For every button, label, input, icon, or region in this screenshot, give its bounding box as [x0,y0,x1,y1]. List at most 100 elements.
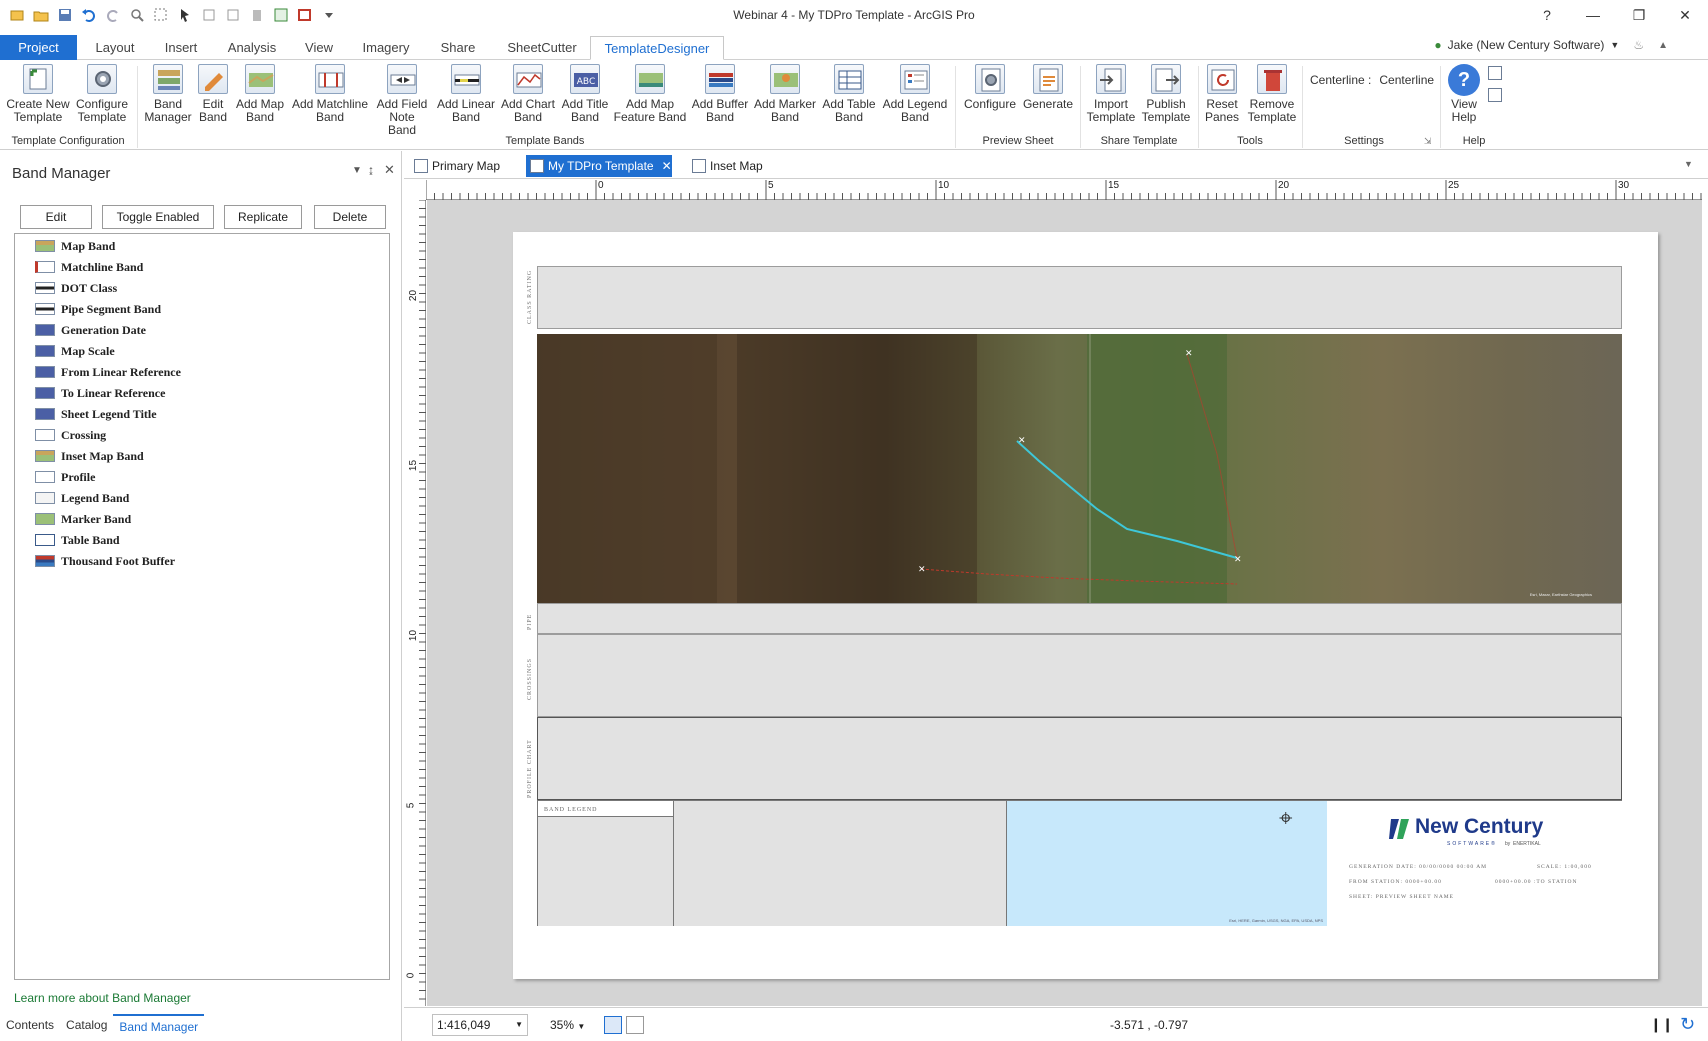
crossings-band[interactable] [537,634,1622,717]
add-linear-band-button[interactable]: Add Linear Band [434,64,498,124]
notification-bell-icon[interactable]: ♨ [1633,38,1644,52]
btn-label: Band [570,110,600,124]
list-item[interactable]: From Linear Reference [35,362,181,382]
map-band-frame[interactable]: ✕ ✕ ✕ ✕ Esri, Maxar, Earthstar Geographi… [537,334,1622,603]
add-map-feature-band-button[interactable]: Add Map Feature Band [612,64,688,124]
edit-band-button[interactable]: Edit Band [196,64,230,124]
list-item[interactable]: Table Band [35,530,120,550]
grid-icon[interactable] [626,1016,644,1034]
list-item[interactable]: Marker Band [35,509,131,529]
add-marker-band-button[interactable]: Add Marker Band [752,64,818,124]
centerline-setting[interactable]: Centerline : Centerline [1310,73,1434,87]
list-item[interactable]: Sheet Legend Title [35,404,157,424]
generate-button[interactable]: Generate [1020,64,1076,111]
profile-chart-band[interactable] [537,717,1622,800]
edit-button[interactable]: Edit [20,205,92,229]
tab-contents[interactable]: Contents [0,1014,60,1038]
add-legend-band-button[interactable]: Add Legend Band [880,64,950,124]
tab-templatedesigner[interactable]: TemplateDesigner [590,36,724,60]
layout-page[interactable]: CLASS RATING ✕ ✕ ✕ ✕ Esri, Maxar, Earths… [513,232,1658,979]
add-table-band-button[interactable]: Add Table Band [818,64,880,124]
list-item[interactable]: Map Band [35,236,115,256]
tab-imagery[interactable]: Imagery [352,36,420,60]
tab-project[interactable]: Project [0,35,77,60]
tab-insert[interactable]: Insert [152,36,210,60]
toggle-enabled-button[interactable]: Toggle Enabled [102,205,214,229]
tab-band-manager[interactable]: Band Manager [113,1014,205,1038]
create-new-template-button[interactable]: Create New Template [4,64,72,124]
chevron-down-icon: ▼ [1610,40,1620,50]
ribbon-separator [1440,66,1441,148]
tabs-menu-icon[interactable]: ▼ [1684,159,1693,169]
remove-template-button[interactable]: Remove Template [1244,64,1300,124]
linear-band-icon [35,303,55,315]
list-item[interactable]: Generation Date [35,320,146,340]
pin-icon[interactable]: ↨ [368,163,374,177]
inset-map-band[interactable]: ⌖ Esri, HERE, Garmin, USGS, NGA, EPA, US… [1007,801,1327,926]
replicate-button[interactable]: Replicate [224,205,302,229]
btn-label: Band [705,110,735,124]
collapse-ribbon-icon[interactable]: ▲ [1658,40,1668,51]
user-account[interactable]: ● Jake (New Century Software) ▼ ♨ ▲ [1434,38,1668,52]
pause-drawing-icon[interactable]: ❙❙ [1650,1016,1673,1033]
pipe-band[interactable] [537,603,1622,634]
add-matchline-band-button[interactable]: Add Matchline Band [288,64,372,124]
list-item[interactable]: Map Scale [35,341,115,361]
refresh-icon[interactable]: ↻ [1680,1014,1695,1035]
band-manager-button[interactable]: Band Manager [140,64,196,124]
learn-more-link[interactable]: Learn more about Band Manager [14,991,191,1005]
map-scale-select[interactable]: 1:416,049 ▼ [432,1014,528,1036]
minimize-button[interactable]: — [1570,0,1616,30]
tab-inset-map[interactable]: Inset Map [688,155,778,177]
tab-sheetcutter[interactable]: SheetCutter [496,36,588,60]
list-item[interactable]: DOT Class [35,278,117,298]
table-band[interactable] [674,801,1007,926]
tab-primary-map[interactable]: Primary Map [410,155,510,177]
class-rating-band[interactable] [537,266,1622,329]
list-item[interactable]: Pipe Segment Band [35,299,161,319]
tab-view[interactable]: View [294,36,344,60]
configure-preview-button[interactable]: Configure [960,64,1020,111]
add-chart-band-button[interactable]: Add Chart Band [498,64,558,124]
list-item[interactable]: Matchline Band [35,257,143,277]
help-doc-icon[interactable] [1488,88,1502,102]
centerline-value: Centerline [1379,73,1435,87]
tab-catalog[interactable]: Catalog [60,1014,113,1038]
tab-layout[interactable]: Layout [86,36,144,60]
add-field-note-band-button[interactable]: Add Field Note Band [374,64,430,137]
add-buffer-band-button[interactable]: Add Buffer Band [688,64,752,124]
title-abc-icon [35,387,55,399]
legend-band[interactable] [538,817,674,926]
reset-panes-button[interactable]: Reset Panes [1202,64,1242,124]
close-icon: ✕ [1679,6,1691,23]
delete-button[interactable]: Delete [314,205,386,229]
publish-template-button[interactable]: Publish Template [1138,64,1194,124]
list-item[interactable]: Profile [35,467,95,487]
pane-close-icon[interactable]: ✕ [384,162,395,178]
tab-share[interactable]: Share [428,36,488,60]
settings-launcher-icon[interactable]: ⇲ [1424,136,1432,147]
list-item[interactable]: To Linear Reference [35,383,165,403]
tab-my-tdpro-template[interactable]: My TDPro Template ✕ [526,155,672,177]
pane-options-icon[interactable]: ▼ [352,165,362,176]
map-band-icon [35,450,55,462]
import-template-button[interactable]: Import Template [1084,64,1138,124]
tab-analysis[interactable]: Analysis [218,36,286,60]
view-help-button[interactable]: ? View Help [1444,64,1484,124]
add-map-band-button[interactable]: Add Map Band [232,64,288,124]
list-item[interactable]: Inset Map Band [35,446,144,466]
snap-grid-icon[interactable] [604,1016,622,1034]
configure-template-button[interactable]: Configure Template [72,64,132,124]
help-side-icon[interactable] [1488,66,1502,80]
list-item[interactable]: Thousand Foot Buffer [35,551,175,571]
layout-canvas[interactable]: CLASS RATING ✕ ✕ ✕ ✕ Esri, Maxar, Earths… [427,200,1702,1006]
close-button[interactable]: ✕ [1662,0,1708,30]
restore-button[interactable]: ❐ [1616,0,1662,30]
close-tab-icon[interactable]: ✕ [662,159,672,173]
help-button[interactable]: ? [1524,0,1570,30]
add-title-band-button[interactable]: ABC Add Title Band [558,64,612,124]
list-item[interactable]: Legend Band [35,488,129,508]
list-item[interactable]: Crossing [35,425,106,445]
zoom-select[interactable]: 35% ▼ [550,1018,585,1032]
ribbon-separator [1080,66,1081,148]
